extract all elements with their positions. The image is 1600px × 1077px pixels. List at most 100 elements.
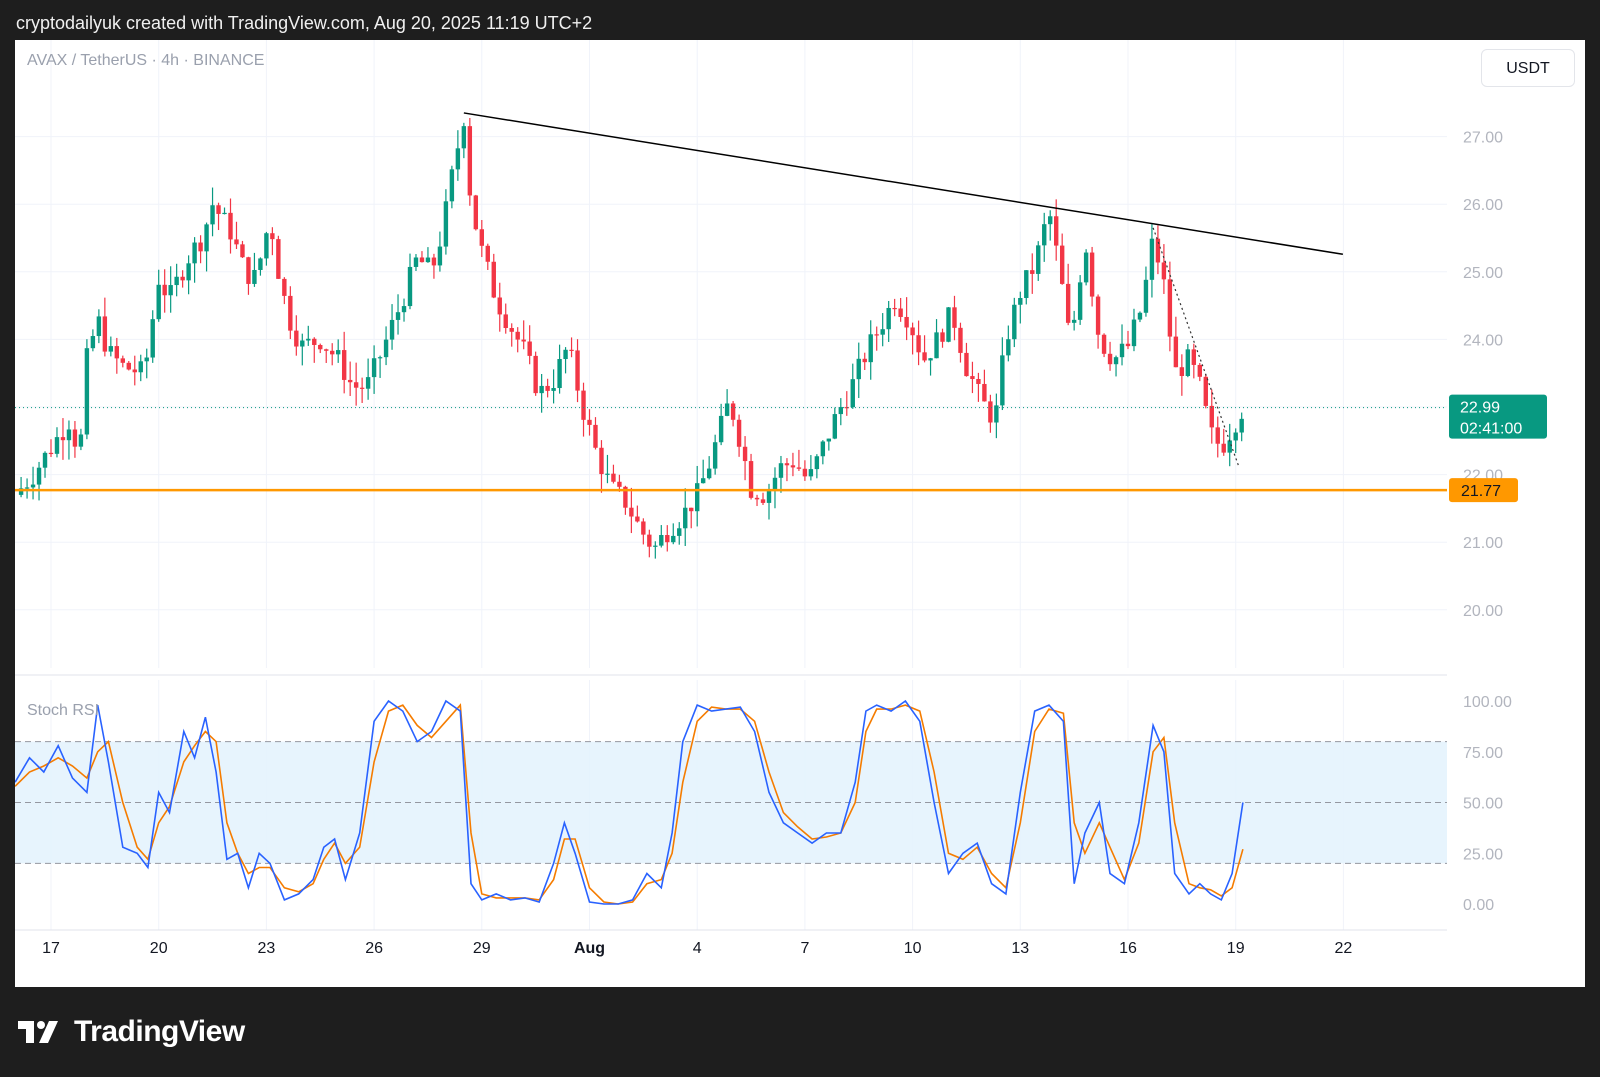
candle-body [1006, 339, 1011, 356]
candle-body [1030, 270, 1035, 274]
candle-body [1042, 224, 1047, 246]
candle-body [1179, 367, 1185, 377]
candle-body [1197, 364, 1202, 377]
candle-body [724, 403, 730, 416]
tradingview-logo-icon [18, 1021, 58, 1043]
candle-body [252, 269, 257, 284]
candle-body [647, 534, 652, 547]
candle-body [910, 327, 915, 336]
candle-body [748, 461, 754, 498]
candle-body [491, 261, 496, 298]
candle-body [730, 403, 736, 420]
candle-body [282, 278, 287, 296]
chart-frame[interactable]: 27.00 26.00 25.00 24.00 22.00 21.00 20.00 22.99… [15, 40, 1585, 987]
candle-body [1137, 312, 1143, 320]
candle-body [1107, 353, 1113, 365]
candle-body [353, 382, 359, 388]
time-tick-label: 22 [1335, 940, 1353, 957]
time-tick-label: 26 [365, 940, 383, 957]
candle-body [330, 350, 335, 355]
candle-body [407, 266, 413, 307]
candle-body [898, 308, 903, 317]
candle-body [276, 239, 281, 279]
candle-body [946, 307, 951, 342]
candle-body [700, 478, 706, 484]
price-tick-label: 21.00 [1463, 535, 1503, 552]
price-tick-label: 26.00 [1463, 197, 1503, 214]
candle-body [695, 483, 700, 512]
candle-body [300, 340, 305, 347]
candle-body [509, 328, 514, 332]
candle-body [940, 332, 945, 342]
candle-body [336, 350, 341, 355]
candle-body [593, 424, 598, 448]
candle-body [1161, 262, 1167, 280]
candle-body [96, 316, 102, 337]
stoch-tick-label: 0.00 [1463, 897, 1494, 914]
chart-canvas[interactable]: 27.0026.0025.0024.0022.0021.0020.0022.99… [15, 40, 1585, 987]
candle-body [306, 338, 311, 341]
candle-body [371, 358, 377, 378]
candle-body [832, 414, 838, 439]
candle-body [162, 284, 167, 296]
candle-body [78, 434, 84, 447]
candle-body [964, 352, 969, 377]
candle-body [1024, 270, 1029, 299]
candle-body [347, 379, 353, 383]
candle-body [934, 332, 939, 359]
candle-body [635, 516, 640, 522]
candle-body [952, 307, 957, 328]
candle-body [784, 463, 790, 466]
candle-body [1203, 376, 1208, 406]
candle-body [24, 487, 30, 489]
candle-body [677, 528, 682, 536]
candle-body [48, 452, 54, 455]
candle-body [892, 307, 897, 310]
candle-body [66, 429, 72, 441]
candle-body [156, 284, 161, 320]
candle-body [659, 535, 664, 546]
candle-body [114, 346, 120, 359]
candle-body [527, 341, 532, 356]
candle-body [120, 358, 125, 363]
candle-body [587, 419, 592, 425]
candle-body [72, 429, 78, 447]
candle-body [850, 379, 855, 408]
candle-body [42, 452, 48, 468]
time-tick-label: 17 [42, 940, 60, 957]
candle-body [1048, 216, 1053, 225]
chart-attribution: cryptodailyuk created with TradingView.c… [16, 13, 593, 33]
candle-body [515, 331, 520, 340]
candle-body [60, 437, 66, 441]
symbol-label: AVAX / TetherUS · 4h · BINANCE [27, 52, 265, 69]
candle-body [904, 316, 909, 328]
candle-body [401, 306, 407, 313]
candle-body [736, 419, 742, 447]
candle-body [54, 437, 60, 454]
support-level-label: 21.77 [1461, 483, 1501, 500]
candle-body [30, 484, 36, 488]
candle-body [425, 257, 431, 263]
candle-body [228, 212, 233, 240]
candle-body [617, 481, 622, 487]
candle-body [1233, 432, 1238, 441]
candle-body [312, 338, 317, 345]
candle-body [485, 245, 490, 262]
stoch-tick-label: 75.00 [1463, 745, 1503, 762]
candle-body [1221, 443, 1226, 453]
time-tick-label: 7 [800, 940, 809, 957]
stoch-tick-label: 100.00 [1463, 694, 1512, 711]
candle-body [198, 242, 203, 252]
brand-name: TradingView [74, 1015, 245, 1048]
time-tick-label: 13 [1011, 940, 1029, 957]
candle-body [1119, 343, 1125, 358]
candle-body [365, 377, 371, 389]
candle-body [856, 358, 861, 380]
candle-body [359, 387, 365, 389]
candle-body [689, 507, 694, 512]
price-tick-label: 24.00 [1463, 332, 1503, 349]
candle-body [1054, 216, 1059, 246]
candle-body [862, 358, 867, 363]
candle-body [437, 246, 443, 266]
currency-button[interactable]: USDT [1481, 49, 1575, 87]
